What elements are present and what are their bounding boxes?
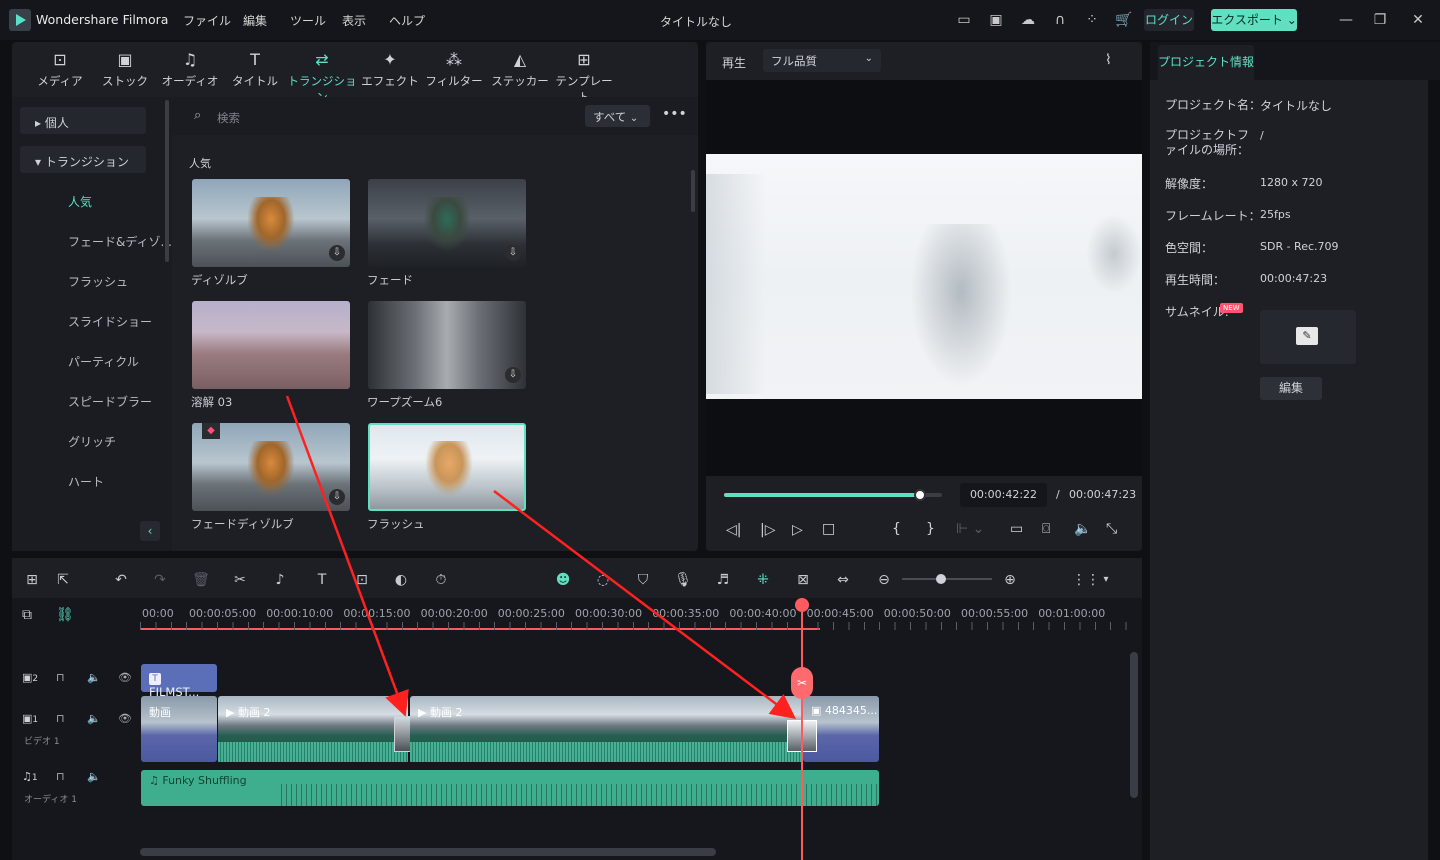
arrow-flash-to-timeline [493, 490, 796, 720]
arrow-dissolve-to-timeline [285, 395, 409, 717]
annotation-arrows [285, 395, 796, 720]
